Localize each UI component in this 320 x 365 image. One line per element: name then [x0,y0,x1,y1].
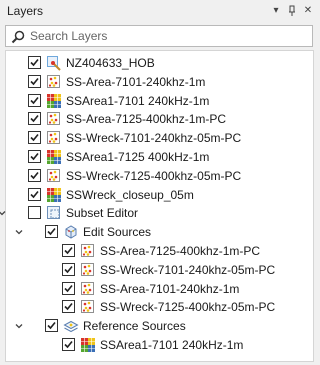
search-icon [10,29,26,45]
layer-label: SS-Area-7101-240khz-1m [66,74,206,89]
visibility-checkbox[interactable] [28,187,41,201]
chevron-down-icon[interactable]: ▾ [270,5,282,17]
layer-row[interactable]: SS-Area-7125-400khz-1m-PC [6,110,313,128]
visibility-checkbox[interactable] [45,319,58,333]
layer-label: SSArea1-7125 400kHz-1m [66,150,210,164]
layer-label: SSArea1-7101 240kHz-1m [100,338,244,352]
layer-row[interactable]: SSArea1-7101 240kHz-1m [6,92,313,110]
edit-sources-icon [63,224,79,240]
layer-row[interactable]: SS-Wreck-7125-400khz-05m-PC [6,167,313,185]
visibility-checkbox[interactable] [28,112,41,126]
visibility-checkbox[interactable] [28,56,41,69]
visibility-checkbox[interactable] [28,150,41,163]
visibility-checkbox[interactable] [62,262,75,276]
layer-label: Edit Sources [83,225,152,240]
search-input[interactable] [30,28,308,44]
visibility-checkbox[interactable] [62,281,75,295]
layer-label: SS-Area-7101-240khz-1m [100,281,240,296]
subset-editor-icon [46,205,62,221]
reference-sources-row[interactable]: Reference Sources [6,317,313,335]
visibility-checkbox[interactable] [28,206,41,220]
visibility-checkbox[interactable] [28,168,41,182]
search-box [5,25,313,47]
visibility-checkbox[interactable] [62,244,75,257]
visibility-checkbox[interactable] [62,300,75,314]
layer-label: Reference Sources [83,319,186,334]
layer-row[interactable]: NZ404633_HOB [6,54,313,72]
edit-source-row[interactable]: SS-Wreck-7125-400khz-05m-PC [6,298,313,316]
layer-label: SS-Wreck-7125-400khz-05m-PC [100,300,276,315]
layer-label: SS-Area-7125-400khz-1m-PC [66,112,227,127]
reference-source-row[interactable]: SSArea1-7101 240kHz-1m [6,336,313,354]
layer-label: SSArea1-7101 240kHz-1m [66,93,210,108]
point-cloud-icon [80,281,96,297]
visibility-checkbox[interactable] [45,225,58,239]
visibility-checkbox[interactable] [62,338,75,351]
layer-row[interactable]: SSWreck_closeup_05m [6,186,313,204]
point-cloud-icon [46,168,62,184]
layer-row[interactable]: SS-Wreck-7101-240khz-05m-PC [6,129,313,147]
subset-editor-row[interactable]: Subset Editor [0,204,313,222]
raster-grid-icon [46,93,62,109]
point-cloud-icon [80,243,96,259]
layer-label: SS-Area-7125-400khz-1m-PC [100,244,261,258]
edit-source-row[interactable]: SS-Wreck-7101-240khz-05m-PC [6,261,313,279]
layer-label: NZ404633_HOB [66,56,155,70]
hob-icon [46,55,62,71]
layer-label: SS-Wreck-7101-240khz-05m-PC [66,131,242,146]
layers-tree: NZ404633_HOB SS-Area-7101-240khz-1m SSArea… [0,50,314,362]
visibility-checkbox[interactable] [28,131,41,145]
pin-icon[interactable] [286,5,298,17]
layer-label: Subset Editor [66,206,139,221]
layer-row[interactable]: SSArea1-7125 400kHz-1m [6,148,313,166]
reference-sources-icon [63,318,79,334]
layer-label: SS-Wreck-7101-240khz-05m-PC [100,262,276,277]
visibility-checkbox[interactable] [28,93,41,107]
panel-title: Layers [7,4,44,18]
layer-label: SS-Wreck-7125-400khz-05m-PC [66,168,242,183]
raster-grid-icon [46,149,62,165]
point-cloud-icon [46,111,62,127]
expand-chevron-icon[interactable] [13,226,25,238]
visibility-checkbox[interactable] [28,74,41,88]
close-icon[interactable]: ✕ [302,5,314,17]
expand-chevron-icon[interactable] [0,207,8,219]
edit-source-row[interactable]: SS-Area-7125-400khz-1m-PC [6,242,313,260]
raster-grid-icon [46,187,62,203]
layer-row[interactable]: SS-Area-7101-240khz-1m [6,73,313,91]
raster-grid-icon [80,337,96,353]
point-cloud-icon [80,299,96,315]
layer-label: SSWreck_closeup_05m [66,187,194,202]
point-cloud-icon [46,130,62,146]
expand-chevron-icon[interactable] [13,320,25,332]
panel-titlebar: Layers ▾ ✕ [0,0,319,22]
edit-source-row[interactable]: SS-Area-7101-240khz-1m [6,280,313,298]
point-cloud-icon [80,262,96,278]
point-cloud-icon [46,74,62,90]
edit-sources-row[interactable]: Edit Sources [6,223,313,241]
